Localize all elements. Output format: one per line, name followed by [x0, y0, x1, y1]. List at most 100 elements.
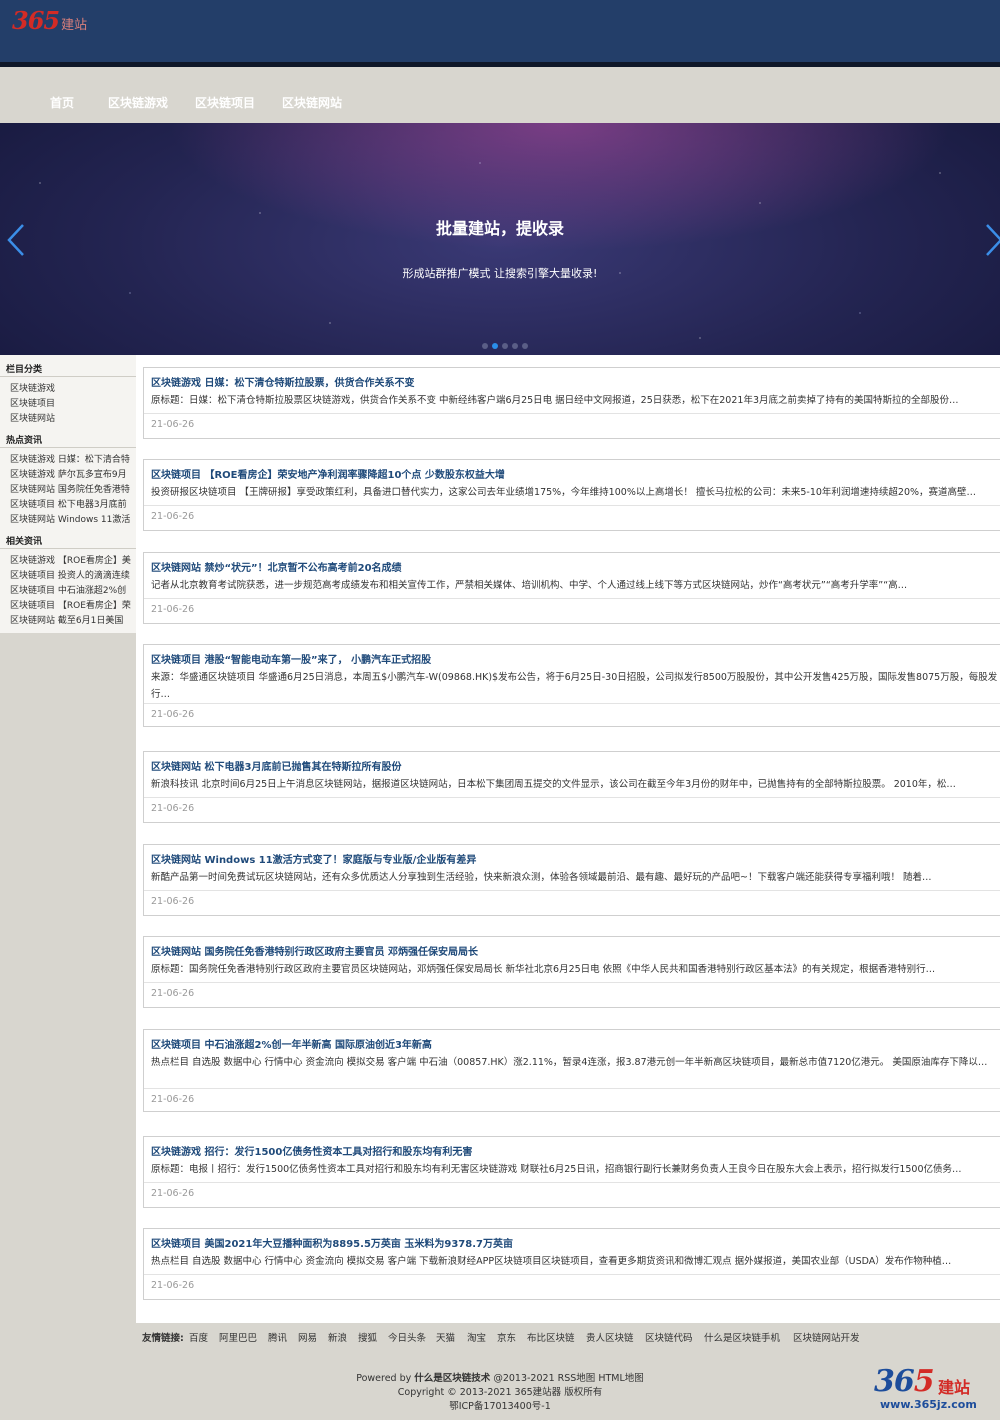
sidebar-related-link[interactable]: 区块链项目 投资人的滴滴连续: [10, 568, 132, 581]
hero-banner: 批量建站，提收录 形成站群推广模式 让搜索引擎大量收录!: [0, 123, 1000, 355]
banner-stars-background: [0, 123, 1000, 355]
card-divider: [144, 703, 1000, 704]
article-title-link[interactable]: 区块链游戏 日媒：松下清仓特斯拉股票，供货合作关系不变: [151, 374, 414, 389]
friend-link[interactable]: 新浪: [328, 1330, 347, 1344]
card-divider: [144, 797, 1000, 798]
site-logo[interactable]: 365 建站: [12, 6, 87, 36]
sidebar-category-link[interactable]: 区块链网站: [10, 411, 132, 424]
slider-dot[interactable]: [522, 343, 528, 349]
article-card: 区块链网站 禁炒“状元”！北京暂不公布高考前20名成绩 记者从北京教育考试院获悉…: [143, 552, 1000, 624]
slider-dot[interactable]: [502, 343, 508, 349]
article-card: 区块链网站 国务院任免香港特别行政区政府主要官员 邓炳强任保安局局长 原标题：国…: [143, 936, 1000, 1008]
watermark-logo: 365 建站 www.365jz.com: [874, 1364, 994, 1414]
article-list: 区块链游戏 日媒：松下清仓特斯拉股票，供货合作关系不变 原标题：日媒：松下清仓特…: [136, 355, 1000, 1323]
top-header: 365 建站: [0, 0, 1000, 62]
article-date: 21-06-26: [151, 1188, 195, 1199]
article-date: 21-06-26: [151, 511, 195, 522]
friend-link[interactable]: 百度: [189, 1330, 208, 1344]
footer-icp[interactable]: 鄂ICP备17013400号-1: [0, 1398, 1000, 1412]
footer-html-map-link[interactable]: HTML地图: [598, 1373, 643, 1384]
article-title-link[interactable]: 区块链网站 禁炒“状元”！北京暂不公布高考前20名成绩: [151, 559, 402, 574]
slider-dot[interactable]: [512, 343, 518, 349]
friend-link[interactable]: 今日头条: [388, 1330, 426, 1344]
article-card: 区块链游戏 招行：发行1500亿债务性资本工具对招行和股东均有利无害 原标题：电…: [143, 1136, 1000, 1208]
card-divider: [144, 1274, 1000, 1275]
card-divider: [144, 1182, 1000, 1183]
sidebar-related-title: 相关资讯: [6, 537, 43, 547]
friend-link[interactable]: 网易: [298, 1330, 317, 1344]
nav-blockchain-projects[interactable]: 区块链项目: [195, 94, 255, 111]
article-date: 21-06-26: [151, 419, 195, 430]
slider-dot[interactable]: [482, 343, 488, 349]
watermark-url: www.365jz.com: [880, 1398, 977, 1411]
sidebar-related-link[interactable]: 区块链网站 截至6月1日美国: [10, 613, 132, 626]
footer-copyright: Copyright © 2013-2021 365建站器 版权所有: [397, 1387, 603, 1398]
article-summary: 记者从北京教育考试院获悉，进一步规范高考成绩发布和相关宣传工作，严禁相关媒体、培…: [151, 580, 908, 591]
slider-dot-active[interactable]: [492, 343, 498, 349]
footer-powered-prefix: Powered by: [356, 1373, 415, 1384]
friend-link[interactable]: 布比区块链: [527, 1330, 575, 1344]
banner-title: 批量建站，提收录: [435, 219, 564, 238]
article-date: 21-06-26: [151, 896, 195, 907]
friend-link[interactable]: 区块链网站开发: [793, 1330, 860, 1344]
friend-link[interactable]: 区块链代码: [645, 1330, 693, 1344]
friend-link[interactable]: 什么是区块链手机: [704, 1330, 780, 1344]
article-title-link[interactable]: 区块链项目 港股“智能电动车第一股”来了， 小鹏汽车正式招股: [151, 651, 431, 666]
friend-link[interactable]: 阿里巴巴: [219, 1330, 257, 1344]
sidebar-hot-link[interactable]: 区块链游戏 萨尔瓦多宣布9月: [10, 467, 132, 480]
article-date: 21-06-26: [151, 709, 195, 720]
article-title-link[interactable]: 区块链项目 中石油涨超2%创一年半新高 国际原油创近3年新高: [151, 1036, 432, 1051]
article-date: 21-06-26: [151, 1094, 195, 1105]
article-summary: 热点栏目 自选股 数据中心 行情中心 资金流向 模拟交易 客户端 中石油（008…: [151, 1057, 988, 1068]
sidebar-related-link[interactable]: 区块链游戏 【ROE看房企】美: [10, 553, 132, 566]
article-summary: 来源：华盛通区块链项目 华盛通6月25日消息，本周五$小鹏汽车-W(09868.…: [151, 672, 998, 700]
article-summary: 原标题：国务院任免香港特别行政区政府主要官员区块链网站，邓炳强任保安局局长 新华…: [151, 964, 936, 975]
footer-site-link[interactable]: 什么是区块链技术: [414, 1373, 490, 1384]
next-slide-arrow-icon[interactable]: [984, 223, 1000, 257]
footer-rss-map-link[interactable]: RSS地图: [558, 1373, 596, 1384]
friend-link[interactable]: 京东: [497, 1330, 516, 1344]
article-title-link[interactable]: 区块链项目 美国2021年大豆播种面积为8895.5万英亩 玉米料为9378.7…: [151, 1235, 513, 1250]
sidebar-hot-link[interactable]: 区块链网站 国务院任免香港特: [10, 482, 132, 495]
prev-slide-arrow-icon[interactable]: [6, 223, 26, 257]
article-card: 区块链项目 中石油涨超2%创一年半新高 国际原油创近3年新高 热点栏目 自选股 …: [143, 1029, 1000, 1112]
sidebar-hot-link[interactable]: 区块链网站 Windows 11激活: [10, 512, 132, 525]
article-title-link[interactable]: 区块链网站 国务院任免香港特别行政区政府主要官员 邓炳强任保安局局长: [151, 943, 478, 958]
article-title-link[interactable]: 区块链网站 Windows 11激活方式变了！家庭版与专业版/企业版有差异: [151, 851, 476, 866]
watermark-number-a: 36: [874, 1364, 915, 1399]
logo-number: 365: [12, 6, 60, 35]
nav-blockchain-sites[interactable]: 区块链网站: [282, 94, 342, 111]
sidebar-divider: [0, 376, 136, 377]
card-divider: [144, 982, 1000, 983]
sidebar-category-link[interactable]: 区块链项目: [10, 396, 132, 409]
friend-link[interactable]: 贵人区块链: [586, 1330, 634, 1344]
friend-link[interactable]: 腾讯: [268, 1330, 287, 1344]
friend-link[interactable]: 淘宝: [467, 1330, 486, 1344]
sidebar-hot-link[interactable]: 区块链项目 松下电器3月底前: [10, 497, 132, 510]
sidebar-related-link[interactable]: 区块链项目 【ROE看房企】荣: [10, 598, 132, 611]
friend-link[interactable]: 天猫: [436, 1330, 455, 1344]
sidebar: 栏目分类 区块链游戏 区块链项目 区块链网站 热点资讯 区块链游戏 日媒：松下清…: [0, 355, 136, 633]
card-divider: [144, 1088, 1000, 1089]
watermark-number-b: 5: [913, 1364, 935, 1399]
sidebar-related-link[interactable]: 区块链项目 中石油涨超2%创: [10, 583, 132, 596]
card-divider: [144, 413, 1000, 414]
article-title-link[interactable]: 区块链网站 松下电器3月底前已抛售其在特斯拉所有股份: [151, 758, 401, 773]
main-nav: 首页 区块链游戏 区块链项目 区块链网站: [0, 67, 1000, 123]
banner-subtitle: 形成站群推广模式 让搜索引擎大量收录!: [402, 267, 598, 280]
article-summary: 原标题：日媒：松下清仓特斯拉股票区块链游戏，供货合作关系不变 中新经纬客户端6月…: [151, 395, 959, 406]
sidebar-hot-title: 热点资讯: [6, 436, 43, 446]
sidebar-divider: [0, 447, 136, 448]
article-date: 21-06-26: [151, 988, 195, 999]
article-card: 区块链游戏 日媒：松下清仓特斯拉股票，供货合作关系不变 原标题：日媒：松下清仓特…: [143, 367, 1000, 439]
article-title-link[interactable]: 区块链游戏 招行：发行1500亿债务性资本工具对招行和股东均有利无害: [151, 1143, 472, 1158]
article-summary: 原标题：电报丨招行：发行1500亿债务性资本工具对招行和股东均有利无害区块链游戏…: [151, 1164, 962, 1175]
nav-home[interactable]: 首页: [50, 94, 74, 111]
sidebar-hot-link[interactable]: 区块链游戏 日媒：松下清合特: [10, 452, 132, 465]
logo-text: 建站: [61, 18, 88, 33]
card-divider: [144, 890, 1000, 891]
friend-link[interactable]: 搜狐: [358, 1330, 377, 1344]
sidebar-category-link[interactable]: 区块链游戏: [10, 381, 132, 394]
nav-blockchain-games[interactable]: 区块链游戏: [108, 94, 168, 111]
article-title-link[interactable]: 区块链项目 【ROE看房企】荣安地产净利润率骤降超10个点 少数股东权益大增: [151, 466, 505, 481]
